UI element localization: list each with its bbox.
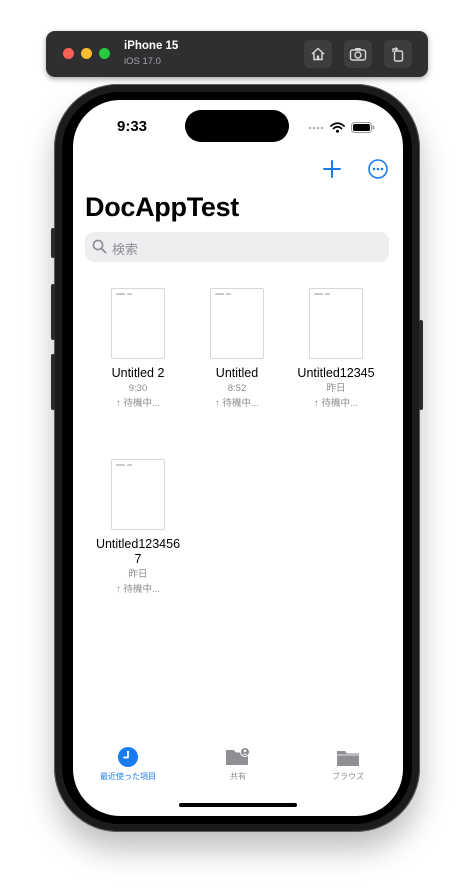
cellular-signal-icon	[308, 126, 324, 129]
document-item[interactable]: Untitled 8:52 ↑ 待機中...	[189, 288, 285, 410]
dynamic-island	[185, 110, 289, 142]
tab-recents[interactable]: 最近使った項目	[73, 742, 183, 782]
device-name: iPhone 15	[124, 40, 179, 52]
wifi-icon	[330, 122, 345, 133]
rotate-button[interactable]	[384, 40, 412, 68]
document-upload-status: ↑ 待機中...	[116, 584, 160, 595]
document-item[interactable]: Untitled 2 9:30 ↑ 待機中...	[90, 288, 186, 410]
power-button	[419, 320, 423, 410]
rotate-icon	[392, 47, 404, 62]
action-button	[51, 228, 55, 258]
document-thumbnail[interactable]	[309, 288, 363, 359]
document-thumbnail[interactable]	[111, 459, 165, 530]
volume-down-button	[51, 354, 55, 410]
document-item[interactable]: Untitled12345 昨日 ↑ 待機中...	[288, 288, 384, 410]
document-date: 8:52	[227, 383, 247, 394]
more-options-button[interactable]	[367, 158, 389, 180]
screenshot-icon	[349, 48, 367, 61]
document-name: Untitled	[215, 366, 259, 380]
document-name: Untitled 2	[111, 366, 165, 380]
shared-folder-icon	[226, 747, 250, 765]
screenshot-button[interactable]	[344, 40, 372, 68]
document-item[interactable]: Untitled1234567 昨日 ↑ 待機中...	[90, 459, 186, 596]
status-time: 9:33	[117, 118, 148, 135]
tab-label: 最近使った項目	[100, 772, 156, 781]
phone-screen: 9:33 DocAppTest 検索 Untitled 2 9:30 ↑ 待機中…	[73, 100, 403, 816]
document-date: 9:30	[128, 383, 148, 394]
ellipsis-circle-icon	[368, 159, 388, 179]
zoom-window-button[interactable]	[99, 48, 110, 59]
home-icon	[311, 47, 325, 61]
folder-icon	[337, 751, 359, 766]
document-thumbnail[interactable]	[210, 288, 264, 359]
tab-label: 共有	[230, 772, 246, 781]
close-window-button[interactable]	[63, 48, 74, 59]
search-icon	[92, 239, 107, 254]
search-placeholder: 検索	[112, 242, 139, 257]
document-upload-status: ↑ 待機中...	[314, 398, 358, 409]
plus-icon	[323, 160, 341, 178]
page-title: DocAppTest	[85, 192, 240, 222]
home-indicator[interactable]	[179, 803, 297, 807]
document-upload-status: ↑ 待機中...	[215, 398, 259, 409]
document-name: Untitled1234567	[95, 537, 181, 566]
tab-browse[interactable]: ブラウズ	[293, 742, 403, 782]
document-date: 昨日	[326, 383, 346, 394]
tab-bar: 最近使った項目 共有 ブラウズ	[73, 742, 403, 792]
minimize-window-button[interactable]	[81, 48, 92, 59]
battery-icon	[351, 122, 375, 133]
home-button[interactable]	[304, 40, 332, 68]
document-thumbnail[interactable]	[111, 288, 165, 359]
add-document-button[interactable]	[321, 158, 343, 180]
search-field[interactable]: 検索	[85, 232, 389, 262]
simulator-toolbar: iPhone 15 iOS 17.0	[46, 31, 428, 77]
tab-shared[interactable]: 共有	[183, 742, 293, 782]
tab-label: ブラウズ	[332, 772, 364, 781]
clock-icon	[118, 747, 138, 767]
os-version: iOS 17.0	[124, 56, 161, 67]
status-icons	[308, 122, 375, 133]
document-upload-status: ↑ 待機中...	[116, 398, 160, 409]
document-date: 昨日	[128, 569, 148, 580]
volume-up-button	[51, 284, 55, 340]
document-name: Untitled12345	[297, 366, 375, 380]
